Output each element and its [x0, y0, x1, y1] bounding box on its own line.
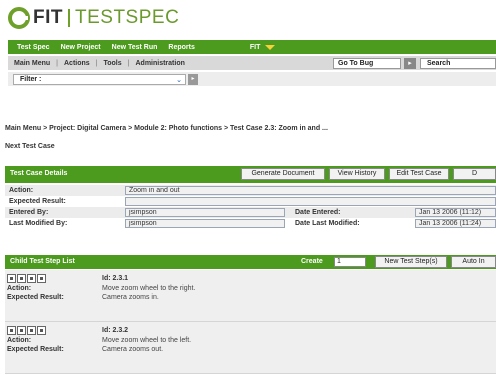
- expected-result-row: Expected Result:: [5, 196, 496, 207]
- last-modified-row: Last Modified By: jsimpson Date Last Mod…: [5, 218, 496, 229]
- filter-go-button[interactable]: ▸: [188, 74, 198, 85]
- user-menu[interactable]: FIT: [250, 44, 276, 51]
- nav-new-project[interactable]: New Project: [61, 44, 101, 51]
- menu-tools[interactable]: Tools: [104, 60, 122, 67]
- entered-by-label: Entered By:: [9, 209, 49, 216]
- logo[interactable]: FIT TESTSPEC: [8, 7, 179, 29]
- steps-title: Child Test Step List: [10, 258, 75, 265]
- filter-bar: Filter : ⌄ ▸: [8, 72, 496, 86]
- logo-divider: [68, 9, 70, 27]
- logo-fit-text: FIT: [33, 7, 63, 28]
- step-id[interactable]: Id: 2.3.2: [102, 327, 128, 334]
- arrow-right-icon: ▸: [408, 60, 412, 67]
- filter-label: Filter :: [20, 76, 42, 83]
- next-test-case-link[interactable]: Next Test Case: [5, 143, 55, 150]
- test-step-item: Id: 2.3.1 Action: Move zoom wheel to the…: [5, 270, 496, 322]
- create-label: Create: [301, 258, 323, 265]
- filter-select[interactable]: Filter : ⌄: [13, 74, 186, 85]
- goto-bug-input[interactable]: Go To Bug: [333, 58, 401, 69]
- menu-actions[interactable]: Actions: [64, 60, 90, 67]
- menu-separator: |: [127, 59, 130, 67]
- menu-separator: |: [56, 59, 58, 67]
- child-test-step-list-header: Child Test Step List Create 1 New Test S…: [5, 255, 496, 269]
- generate-document-button[interactable]: Generate Document: [241, 168, 325, 180]
- delete-icon[interactable]: [37, 326, 46, 335]
- edit-test-case-button[interactable]: Edit Test Case: [389, 168, 449, 180]
- caret-down-icon: [265, 44, 276, 50]
- step-action-value: Move zoom wheel to the left.: [102, 337, 192, 344]
- step-toolbar: [7, 274, 47, 283]
- menu-separator: |: [95, 59, 98, 67]
- nav-new-test-run[interactable]: New Test Run: [112, 44, 158, 51]
- step-toolbar: [7, 326, 47, 335]
- copy-icon[interactable]: [17, 274, 26, 283]
- move-icon[interactable]: [27, 274, 36, 283]
- last-modified-by-label: Last Modified By:: [9, 220, 68, 227]
- panel-title: Test Case Details: [10, 170, 68, 177]
- edit-icon[interactable]: [7, 326, 16, 335]
- entered-by-field[interactable]: jsimpson: [125, 208, 285, 217]
- step-expected-label: Expected Result:: [7, 346, 64, 353]
- entered-by-row: Entered By: jsimpson Date Entered: Jan 1…: [5, 207, 496, 218]
- step-expected-label: Expected Result:: [7, 294, 64, 301]
- search-input[interactable]: Search: [420, 58, 496, 69]
- top-nav-bar: Test Spec New Project New Test Run Repor…: [8, 40, 496, 54]
- test-case-details-header: Test Case Details Generate Document View…: [5, 166, 496, 183]
- action-label: Action:: [9, 187, 34, 194]
- create-count-input[interactable]: 1: [334, 257, 366, 267]
- action-field[interactable]: Zoom in and out: [125, 186, 496, 195]
- auto-insert-button[interactable]: Auto In: [451, 256, 496, 268]
- nav-reports[interactable]: Reports: [168, 44, 194, 51]
- delete-icon[interactable]: [37, 274, 46, 283]
- date-last-modified-label: Date Last Modified:: [295, 220, 360, 227]
- breadcrumb[interactable]: Main Menu > Project: Digital Camera > Mo…: [5, 125, 328, 132]
- goto-button[interactable]: ▸: [404, 58, 416, 69]
- delete-button[interactable]: D: [453, 168, 496, 180]
- action-bar: Main Menu | Actions | Tools | Administra…: [8, 56, 496, 70]
- fit-logo-icon: [8, 7, 30, 29]
- edit-icon[interactable]: [7, 274, 16, 283]
- step-action-label: Action:: [7, 337, 32, 344]
- user-name: FIT: [249, 43, 261, 51]
- step-action-value: Move zoom wheel to the right.: [102, 285, 196, 292]
- expected-result-label: Expected Result:: [9, 198, 66, 205]
- move-icon[interactable]: [27, 326, 36, 335]
- step-action-label: Action:: [7, 285, 32, 292]
- logo-product-text: TESTSPEC: [75, 7, 180, 28]
- test-step-item: Id: 2.3.2 Action: Move zoom wheel to the…: [5, 322, 496, 374]
- nav-test-spec[interactable]: Test Spec: [17, 44, 50, 51]
- date-last-modified-field[interactable]: Jan 13 2006 (11:24): [415, 219, 496, 228]
- step-expected-value: Camera zooms in.: [102, 294, 159, 301]
- step-expected-value: Camera zooms out.: [102, 346, 164, 353]
- chevron-down-icon: ⌄: [176, 77, 182, 84]
- menu-main-menu[interactable]: Main Menu: [14, 60, 50, 67]
- menu-administration[interactable]: Administration: [135, 60, 184, 67]
- arrow-right-icon: ▸: [191, 76, 195, 82]
- view-history-button[interactable]: View History: [329, 168, 385, 180]
- new-test-steps-button[interactable]: New Test Step(s): [375, 256, 447, 268]
- date-entered-label: Date Entered:: [295, 209, 341, 216]
- app-header: FIT TESTSPEC: [0, 0, 496, 36]
- expected-result-field[interactable]: [125, 197, 496, 206]
- step-id[interactable]: Id: 2.3.1: [102, 275, 128, 282]
- action-row: Action: Zoom in and out: [5, 185, 496, 196]
- copy-icon[interactable]: [17, 326, 26, 335]
- last-modified-by-field[interactable]: jsimpson: [125, 219, 285, 228]
- date-entered-field[interactable]: Jan 13 2006 (11:12): [415, 208, 496, 217]
